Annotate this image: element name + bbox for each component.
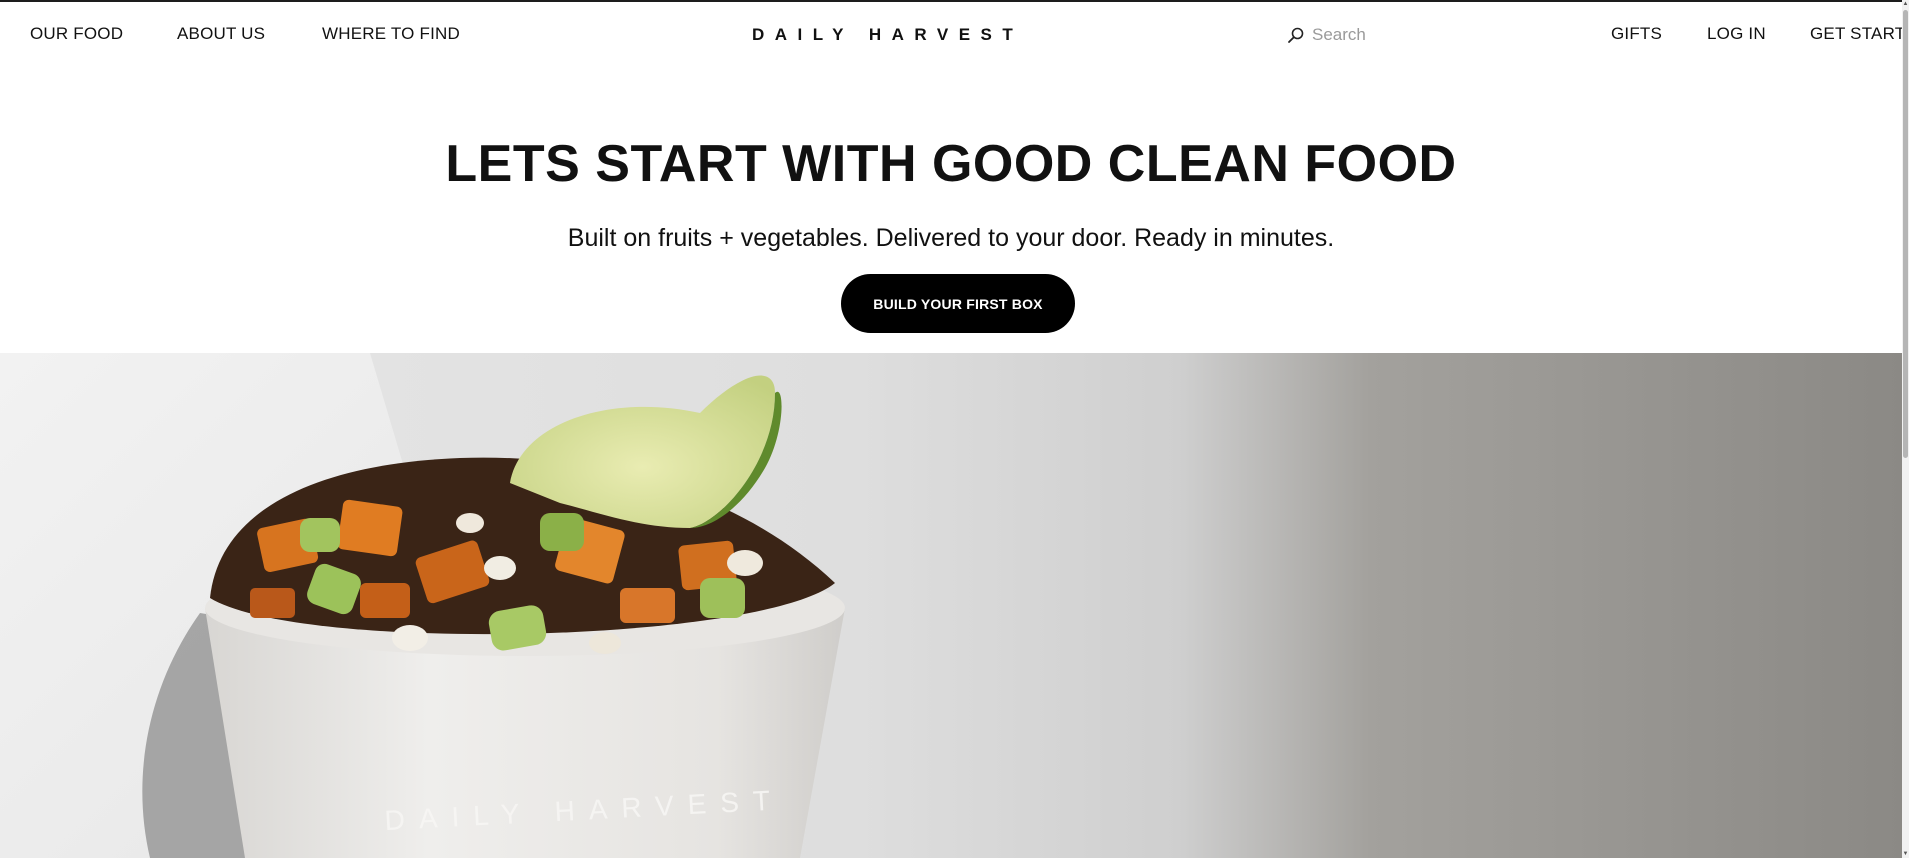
site-header: OUR FOOD ABOUT US WHERE TO FIND DAILY HA… (0, 2, 1909, 66)
scroll-thumb[interactable] (1903, 10, 1908, 458)
scroll-up-icon[interactable]: ▲ (1902, 0, 1909, 8)
nav-our-food[interactable]: OUR FOOD (30, 24, 123, 44)
search-icon[interactable] (1287, 26, 1305, 44)
hero-subtitle: Built on fruits + vegetables. Delivered … (567, 224, 1335, 252)
nav-log-in[interactable]: LOG IN (1707, 24, 1766, 44)
nav-about-us[interactable]: ABOUT US (177, 24, 265, 44)
nav-get-started[interactable]: GET STARTE (1810, 24, 1909, 44)
scroll-down-icon[interactable]: ▼ (1902, 850, 1909, 858)
scrollbar[interactable]: ▲ ▼ (1902, 0, 1909, 858)
nav-gifts[interactable]: GIFTS (1611, 24, 1662, 44)
food-bowl-illustration: DAILY HARVEST (0, 353, 1902, 858)
build-first-box-button[interactable]: BUILD YOUR FIRST BOX (841, 274, 1075, 333)
site-logo[interactable]: DAILY HARVEST (752, 25, 1023, 45)
hero-image: DAILY HARVEST (0, 353, 1902, 858)
hero-title: LETS START WITH GOOD CLEAN FOOD (445, 135, 1457, 193)
nav-where-to-find[interactable]: WHERE TO FIND (322, 24, 460, 44)
search-input[interactable] (1312, 22, 1482, 48)
search-bar[interactable] (1284, 20, 1484, 50)
